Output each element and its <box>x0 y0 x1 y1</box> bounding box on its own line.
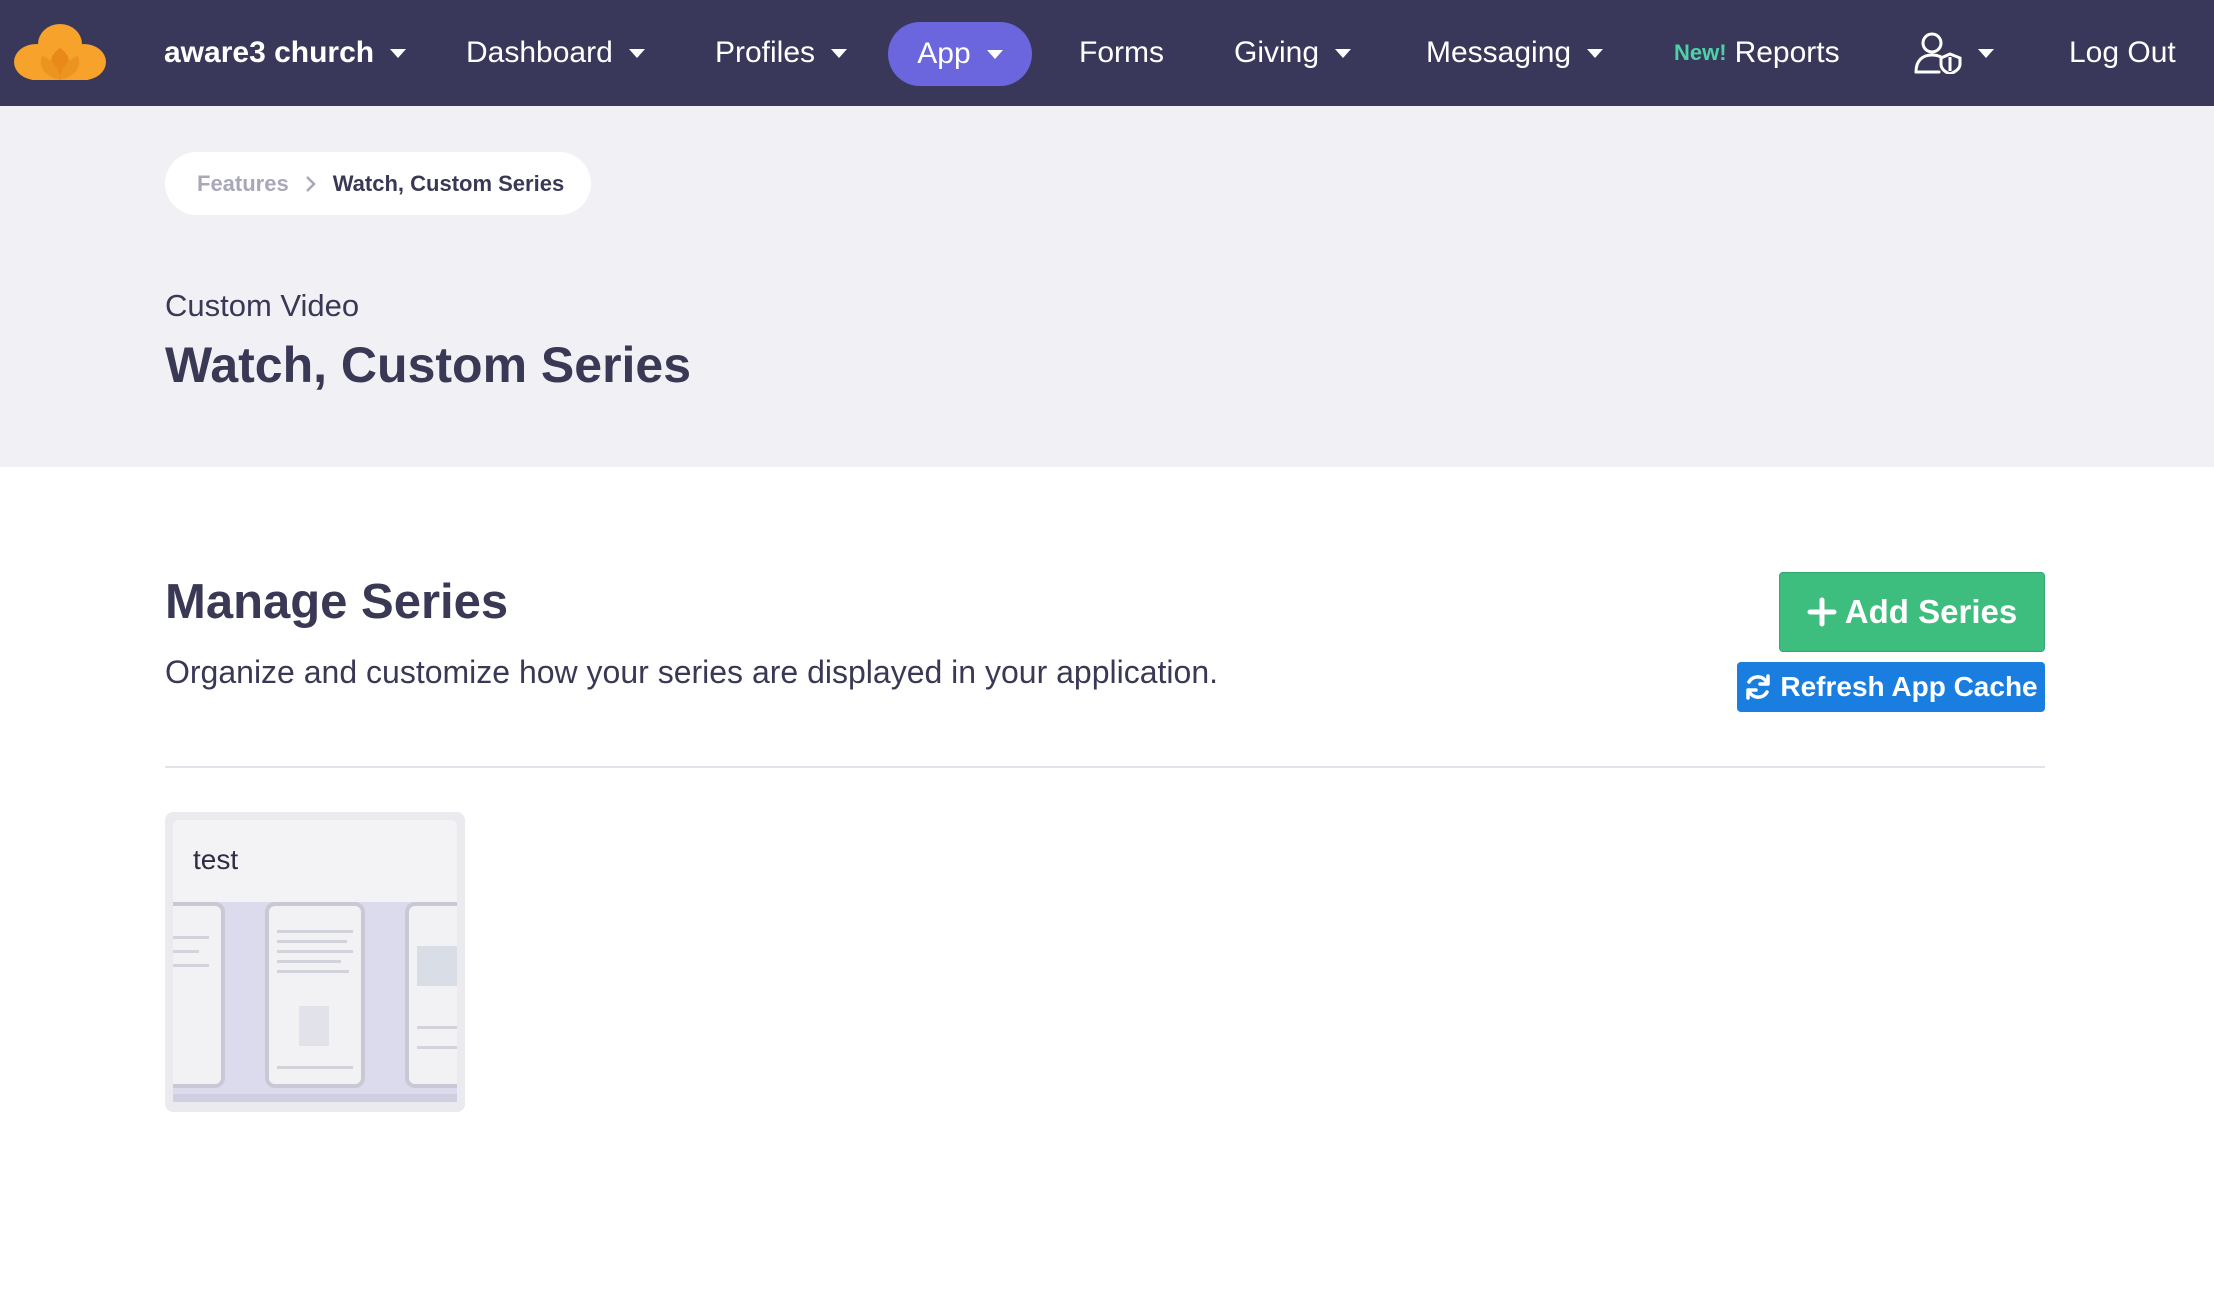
chevron-down-icon <box>390 48 407 58</box>
top-navbar: aware3 church Dashboard Profiles App For… <box>0 0 2214 106</box>
breadcrumb-current: Watch, Custom Series <box>332 170 565 196</box>
chevron-down-icon <box>628 48 645 58</box>
page-title: Watch, Custom Series <box>165 337 692 393</box>
refresh-icon <box>1746 674 1771 700</box>
refresh-app-cache-button[interactable]: Refresh App Cache <box>1737 662 2045 712</box>
phone-mockup <box>265 902 365 1088</box>
chevron-down-icon <box>986 49 1003 59</box>
new-badge: New! <box>1674 40 1727 65</box>
series-card[interactable]: test <box>165 812 465 1112</box>
chevron-down-icon <box>831 48 848 58</box>
org-name: aware3 church <box>164 36 375 69</box>
chevron-down-icon <box>1587 48 1604 58</box>
page-subtitle: Custom Video <box>165 288 360 323</box>
nav-item-label: Giving <box>1234 36 1320 69</box>
nav-item-label: Dashboard <box>466 36 613 69</box>
add-series-label: Add Series <box>1844 593 2018 630</box>
add-series-button[interactable]: Add Series <box>1779 572 2045 652</box>
user-shield-icon <box>1914 32 1962 74</box>
breadcrumb: Features Watch, Custom Series <box>165 152 591 215</box>
nav-item-label: Messaging <box>1426 36 1572 69</box>
section-description: Organize and customize how your series a… <box>165 654 1218 690</box>
nav-item-app[interactable]: App <box>888 22 1032 86</box>
nav-item-forms[interactable]: Forms <box>1079 0 1164 106</box>
series-thumbnail <box>173 902 457 1102</box>
phone-mockup <box>405 902 457 1088</box>
logout-label: Log Out <box>2069 36 2176 69</box>
chevron-down-icon <box>1978 48 1994 58</box>
nav-item-profiles[interactable]: Profiles <box>715 0 848 106</box>
refresh-app-cache-label: Refresh App Cache <box>1780 671 2038 702</box>
nav-item-reports[interactable]: New! Reports <box>1674 0 1840 106</box>
aware3-logo-icon[interactable] <box>14 22 106 82</box>
nav-item-dashboard[interactable]: Dashboard <box>466 0 645 106</box>
section-divider <box>165 766 2045 768</box>
nav-item-label: App <box>917 37 971 70</box>
nav-item-messaging[interactable]: Messaging <box>1426 0 1604 106</box>
series-title: test <box>193 844 239 875</box>
logout-link[interactable]: Log Out <box>2069 0 2176 106</box>
nav-org-switcher[interactable]: aware3 church <box>164 0 407 106</box>
nav-item-label: Reports <box>1734 36 1840 69</box>
chevron-right-icon <box>305 175 316 192</box>
section-title: Manage Series <box>165 575 509 629</box>
nav-item-label: Forms <box>1079 36 1164 69</box>
phone-mockup <box>173 902 225 1088</box>
nav-item-label: Profiles <box>715 36 816 69</box>
plus-icon <box>1807 597 1837 627</box>
chevron-down-icon <box>1335 48 1352 58</box>
nav-item-giving[interactable]: Giving <box>1234 0 1352 106</box>
nav-account-menu[interactable] <box>1914 0 1994 106</box>
breadcrumb-features-link[interactable]: Features <box>197 171 289 197</box>
